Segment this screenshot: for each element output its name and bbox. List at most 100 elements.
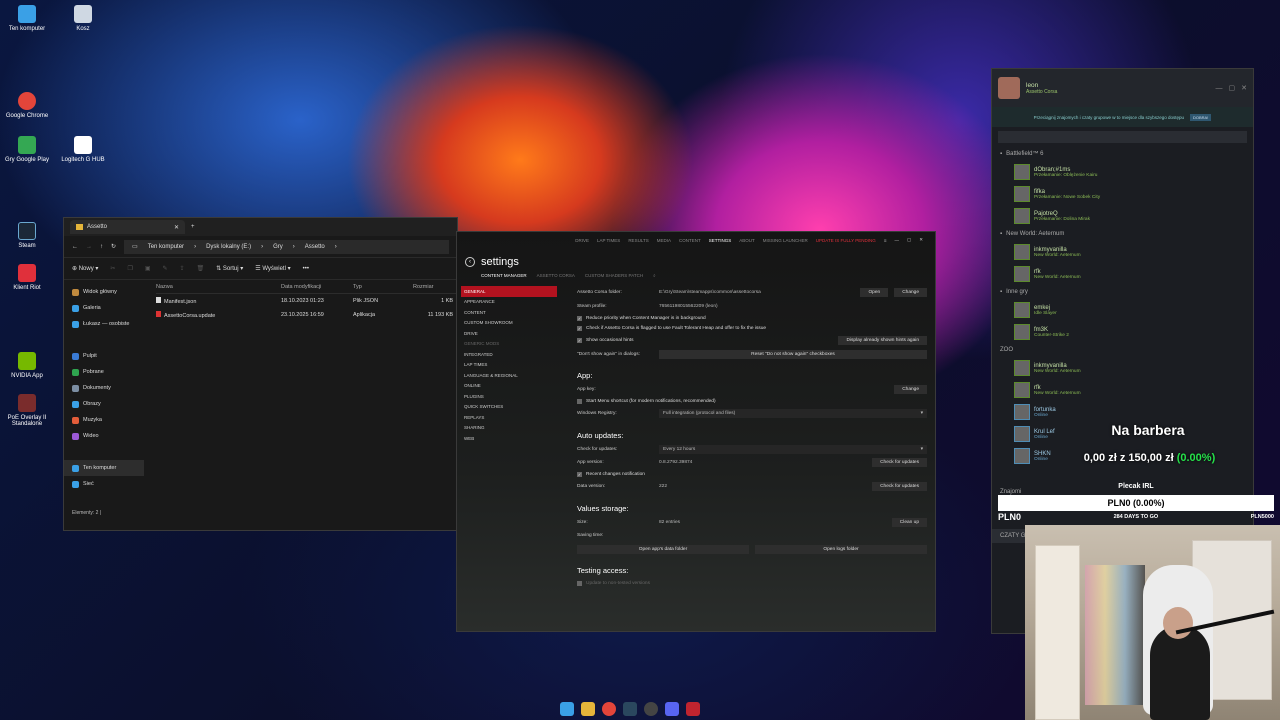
minimize-icon[interactable]: — [894,238,899,243]
menu-settings[interactable]: SETTINGS [709,238,732,243]
menu-drive[interactable]: DRIVE [575,238,589,243]
friend-item[interactable]: fm3K Counter-Strike 2 [992,321,1253,343]
close-tab-icon[interactable]: ✕ [174,224,179,231]
maximize-icon[interactable]: ▢ [907,237,911,243]
open-logs-folder-button[interactable]: Open logs folder [755,544,927,554]
sidebar-item-network[interactable]: Sieć [64,476,144,492]
chrome-icon[interactable] [602,702,616,716]
menu-update[interactable]: UPDATE IS FULLY PENDING [816,238,876,243]
change-folder-button[interactable]: Change [894,288,927,298]
recent-changes-checkbox[interactable]: ✓ Recent changes notification [577,470,927,481]
forward-icon[interactable]: → [86,244,92,250]
registry-select[interactable]: Full integration (protocol and files) ▾ [659,409,927,419]
friend-item[interactable]: inkmyvanilla New World: Aeternum [992,357,1253,379]
nav-web[interactable]: WEB [461,433,557,444]
nav-appearance[interactable]: APPEARANCE [461,297,557,308]
nav-online[interactable]: ONLINE [461,381,557,392]
hamburger-icon[interactable]: ≡ [884,238,887,243]
friend-item[interactable]: emkej Idle Slayer [992,299,1253,321]
breadcrumb-item[interactable]: Ten komputer [148,244,184,250]
desktop-icon-poe-overlay[interactable]: PoE Overlay II Standalone [0,394,57,427]
desktop-icon-nvidia[interactable]: NVIDIA App [0,352,57,379]
menu-about[interactable]: ABOUT [739,238,755,243]
nav-sharing[interactable]: SHARING [461,423,557,434]
column-date[interactable]: Data modyfikacji [281,284,353,290]
view-button[interactable]: ☰ Wyświetl ▾ [255,265,290,272]
nav-custom-showroom[interactable]: CUSTOM SHOWROOM [461,318,557,329]
open-data-folder-button[interactable]: Open app's data folder [577,544,749,554]
sidebar-item-downloads[interactable]: Pobrane [64,364,144,380]
tab-assetto-corsa[interactable]: ASSETTO CORSA [537,273,575,278]
nav-language[interactable]: LANGUAGE & REGIONAL [461,370,557,381]
sidebar-item-desktop[interactable]: Pulpit [64,348,144,364]
nav-generic-mods[interactable]: GENERIC MODS [461,339,557,350]
group-header[interactable]: ▪ Inne gry [992,285,1253,299]
nav-plugins[interactable]: PLUGINS [461,391,557,402]
group-header[interactable]: ▪ New World: Aeternum [992,227,1253,241]
sidebar-item-gallery[interactable]: Galeria [64,300,144,316]
file-row[interactable]: Manifest.json 18.10.2023 01:23 Plik JSON… [156,294,457,308]
desktop-icon-recycle-bin[interactable]: Kosz [53,5,113,32]
desktop-icon-chrome[interactable]: Google Chrome [0,92,57,119]
tab-custom-shaders-patch[interactable]: CUSTOM SHADERS PATCH [585,273,643,278]
desktop-icon-logitech[interactable]: Logitech G HUB [53,136,113,163]
change-app-key-button[interactable]: Change [894,385,927,395]
file-row[interactable]: AssettoCorsa.update 23.10.2025 16:59 Apl… [156,308,457,322]
friend-item[interactable]: rfk New World: Aeternum [992,379,1253,401]
breadcrumb-item[interactable]: Dysk lokalny (E:) [206,244,251,250]
column-name[interactable]: Nazwa [156,284,281,290]
assetto-icon[interactable] [686,702,700,716]
search-icon[interactable]: ⌕ [653,273,656,278]
back-icon[interactable]: ‹ [465,257,475,267]
nav-quick-switches[interactable]: QUICK SWITCHES [461,402,557,413]
desktop-icon-google-play-games[interactable]: Gry Google Play [0,136,57,163]
group-header[interactable]: ▪ Battlefield™ 6 [992,147,1253,161]
check-data-updates-button[interactable]: Check for updates [872,482,927,492]
desktop-icon-steam[interactable]: Steam [0,222,57,249]
breadcrumb-item[interactable]: Assetto [305,244,325,250]
copy-icon[interactable]: ❐ [127,265,132,272]
sidebar-item-videos[interactable]: Wideo [64,428,144,444]
reduce-priority-checkbox[interactable]: ✓ Reduce priority when Content Manager is… [577,313,927,324]
reset-dont-show-button[interactable]: Reset "Do not show again" checkboxes [659,349,927,359]
cut-icon[interactable]: ✂ [110,265,115,272]
group-header[interactable]: ZOO [992,343,1253,357]
nav-general[interactable]: GENERAL [461,286,557,297]
update-interval-select[interactable]: Every 12 hours ▾ [659,444,927,454]
desktop-icon-this-pc[interactable]: Ten komputer [0,5,57,32]
tab-content-manager[interactable]: CONTENT MANAGER [481,273,527,278]
new-tab-icon[interactable]: + [191,224,195,230]
menu-launcher[interactable]: MISSING LAUNCHER [763,238,808,243]
sort-button[interactable]: ⇅ Sortuj ▾ [216,265,243,272]
sidebar-item-music[interactable]: Muzyka [64,412,144,428]
nav-content[interactable]: CONTENT [461,307,557,318]
sidebar-item-home[interactable]: Widok główny [64,284,144,300]
nav-replays[interactable]: REPLAYS [461,412,557,423]
start-menu-checkbox[interactable]: Start Menu shortcut (for modern notifica… [577,397,927,408]
friend-item[interactable]: fifka Przełamanie: Nowe Sobek City [992,183,1253,205]
nav-drive[interactable]: DRIVE [461,328,557,339]
non-tested-checkbox[interactable]: Update to non-tested versions [577,578,927,589]
breadcrumb[interactable]: ▭ Ten komputer › Dysk lokalny (E:) › Gry › … [124,239,449,254]
friend-item[interactable]: PajotreQ Przełamanie: Dolina Mirak [992,205,1253,227]
delete-icon[interactable]: 🗑 [197,265,205,272]
banner-ok-button[interactable]: DOBRA! [1189,113,1212,121]
desktop-icon-riot[interactable]: Klient Riot [0,264,57,291]
explorer-icon[interactable] [581,702,595,716]
up-icon[interactable]: ↑ [100,244,103,250]
sidebar-item-pictures[interactable]: Obrazy [64,396,144,412]
new-button[interactable]: ⊕ Nowy ▾ [72,265,98,272]
rename-icon[interactable]: ✎ [163,265,168,272]
menu-lap-times[interactable]: LAP TIMES [597,238,620,243]
friend-item[interactable]: dObran;#1ms Przełamanie: Oblężenie Kairu [992,161,1253,183]
minimize-icon[interactable]: — [1216,85,1223,92]
fault-heap-checkbox[interactable]: ✓ Check if Assetto Corsa is flagged to us… [577,324,927,335]
obs-icon[interactable] [644,702,658,716]
share-icon[interactable]: ⇪ [180,265,185,272]
menu-results[interactable]: RESULTS [628,238,648,243]
back-icon[interactable]: ← [72,244,78,250]
breadcrumb-item[interactable]: Gry [273,244,283,250]
steam-user-header[interactable]: leon Assetto Corsa — ▢ ✕ [992,69,1253,107]
discord-icon[interactable] [665,702,679,716]
sidebar-item-documents[interactable]: Dokumenty [64,380,144,396]
